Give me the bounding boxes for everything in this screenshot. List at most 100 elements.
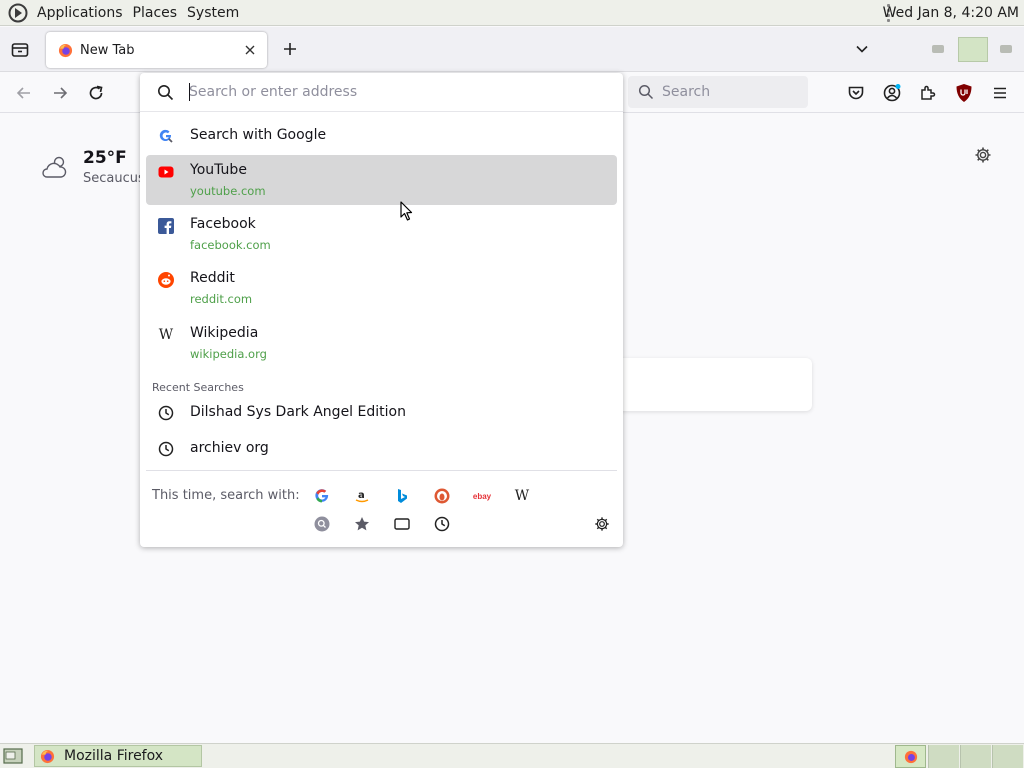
search-bookmarks-button[interactable]: [352, 514, 372, 534]
list-all-tabs-button[interactable]: [852, 39, 872, 59]
suggestion-url: youtube.com: [190, 184, 266, 198]
text-caret: [189, 83, 190, 101]
workspace-3[interactable]: [960, 745, 991, 768]
history-clock-icon: [158, 405, 174, 421]
facebook-icon: [158, 218, 174, 234]
close-window-icon: [1000, 45, 1012, 53]
weather-location: Secaucus: [83, 171, 145, 186]
suggestion-url: reddit.com: [190, 292, 253, 306]
places-menu[interactable]: Places: [128, 5, 183, 21]
account-button[interactable]: [881, 82, 903, 104]
firefox-logo-icon: [58, 43, 73, 57]
urlbar[interactable]: [140, 73, 623, 112]
search-icon: [158, 85, 174, 101]
arrow-left-icon: [16, 87, 30, 99]
suggestion-facebook[interactable]: Facebook facebook.com: [146, 209, 617, 259]
youtube-icon: [158, 164, 174, 180]
search-tabs-button[interactable]: [392, 514, 412, 534]
pocket-button[interactable]: [845, 82, 867, 104]
wikipedia-icon: W: [514, 488, 530, 504]
back-button[interactable]: [13, 82, 35, 104]
firefox-logo-icon: [40, 749, 55, 763]
suggestion-reddit[interactable]: Reddit reddit.com: [146, 263, 617, 313]
debian-logo-icon[interactable]: [8, 3, 28, 23]
search-bar-placeholder: Search: [662, 84, 711, 100]
amazon-icon: a: [355, 490, 369, 503]
window-close-button[interactable]: [996, 39, 1016, 59]
gear-icon: [595, 517, 609, 531]
extensions-button[interactable]: [917, 82, 939, 104]
top-panel: Applications Places System Wed Jan 8, 4:…: [0, 0, 1024, 26]
account-icon: [883, 84, 901, 102]
taskbar-window-title: Mozilla Firefox: [64, 748, 164, 764]
firefox-view-button[interactable]: [8, 39, 32, 61]
tab-strip: New Tab: [0, 27, 1024, 72]
recent-searches-heading: Recent Searches: [152, 381, 244, 394]
new-tab-button[interactable]: [280, 39, 300, 59]
search-settings-button[interactable]: [592, 514, 612, 534]
system-menu[interactable]: System: [182, 5, 244, 21]
suggestion-label: Wikipedia: [190, 325, 259, 341]
engine-google-button[interactable]: [312, 486, 332, 506]
engine-bing-button[interactable]: [392, 486, 412, 506]
forward-button[interactable]: [49, 82, 71, 104]
arrow-right-icon: [54, 87, 68, 99]
puzzle-icon: [921, 85, 936, 100]
divider: [146, 470, 617, 471]
recent-search-label: archiev org: [190, 440, 269, 456]
gear-icon: [975, 147, 991, 163]
recent-search-item[interactable]: Dilshad Sys Dark Angel Edition: [146, 399, 617, 427]
recent-search-item[interactable]: archiev org: [146, 435, 617, 463]
chevron-down-icon: [856, 45, 868, 53]
svg-text:a: a: [358, 490, 365, 501]
ublock-origin-button[interactable]: [953, 82, 975, 104]
engine-amazon-button[interactable]: a: [352, 486, 372, 506]
search-icon: [638, 84, 654, 100]
close-tab-icon[interactable]: [242, 42, 258, 58]
reload-button[interactable]: [85, 82, 107, 104]
suggestion-label: Search with Google: [190, 127, 327, 143]
taskbar-window-firefox[interactable]: Mozilla Firefox: [34, 745, 202, 767]
engine-ebay-button[interactable]: ebay: [472, 486, 492, 506]
app-menu-button[interactable]: [989, 82, 1011, 104]
urlbar-dropdown: Search with Google YouTube youtube.com F…: [140, 73, 623, 547]
ebay-icon: ebay: [472, 491, 492, 501]
personalize-new-tab-button[interactable]: [972, 144, 994, 166]
search-mode-default-button[interactable]: [312, 514, 332, 534]
google-icon: [315, 489, 329, 503]
engine-wikipedia-button[interactable]: W: [512, 486, 532, 506]
reload-icon: [89, 85, 103, 100]
reddit-icon: [158, 272, 174, 288]
new-tab-search-card[interactable]: [600, 358, 812, 411]
one-off-search-label: This time, search with:: [152, 488, 300, 503]
suggestion-label: Facebook: [190, 216, 256, 232]
urlbar-input[interactable]: [189, 82, 609, 102]
bing-icon: [398, 489, 407, 503]
recent-search-label: Dilshad Sys Dark Angel Edition: [190, 404, 406, 420]
applications-menu[interactable]: Applications: [32, 5, 128, 21]
suggestion-wikipedia[interactable]: W Wikipedia wikipedia.org: [146, 318, 617, 368]
window-minimize-button[interactable]: [928, 39, 948, 59]
suggestion-url: facebook.com: [190, 238, 271, 252]
window-maximize-button[interactable]: [958, 37, 988, 62]
tab-new-tab[interactable]: New Tab: [46, 32, 267, 68]
suggestion-url: wikipedia.org: [190, 347, 267, 361]
pocket-icon: [848, 86, 864, 100]
suggestion-search-with-google[interactable]: Search with Google: [146, 121, 617, 151]
weather-temperature: 25°F: [83, 148, 127, 168]
star-icon: [355, 517, 369, 531]
workspace-2[interactable]: [928, 745, 959, 768]
firefox-logo-icon: [904, 750, 918, 764]
ublock-shield-icon: [956, 84, 972, 102]
workspace-1[interactable]: [895, 745, 926, 768]
suggestion-youtube[interactable]: YouTube youtube.com: [146, 155, 617, 205]
workspace-4[interactable]: [992, 745, 1023, 768]
firefox-view-icon: [11, 43, 29, 57]
wikipedia-icon: W: [158, 327, 174, 343]
search-history-button[interactable]: [432, 514, 452, 534]
show-desktop-icon[interactable]: [3, 748, 23, 765]
search-bar[interactable]: Search: [628, 76, 808, 108]
engine-duckduckgo-button[interactable]: [432, 486, 452, 506]
panel-clock[interactable]: Wed Jan 8, 4:20 AM: [883, 5, 1019, 21]
history-clock-icon: [158, 441, 174, 457]
